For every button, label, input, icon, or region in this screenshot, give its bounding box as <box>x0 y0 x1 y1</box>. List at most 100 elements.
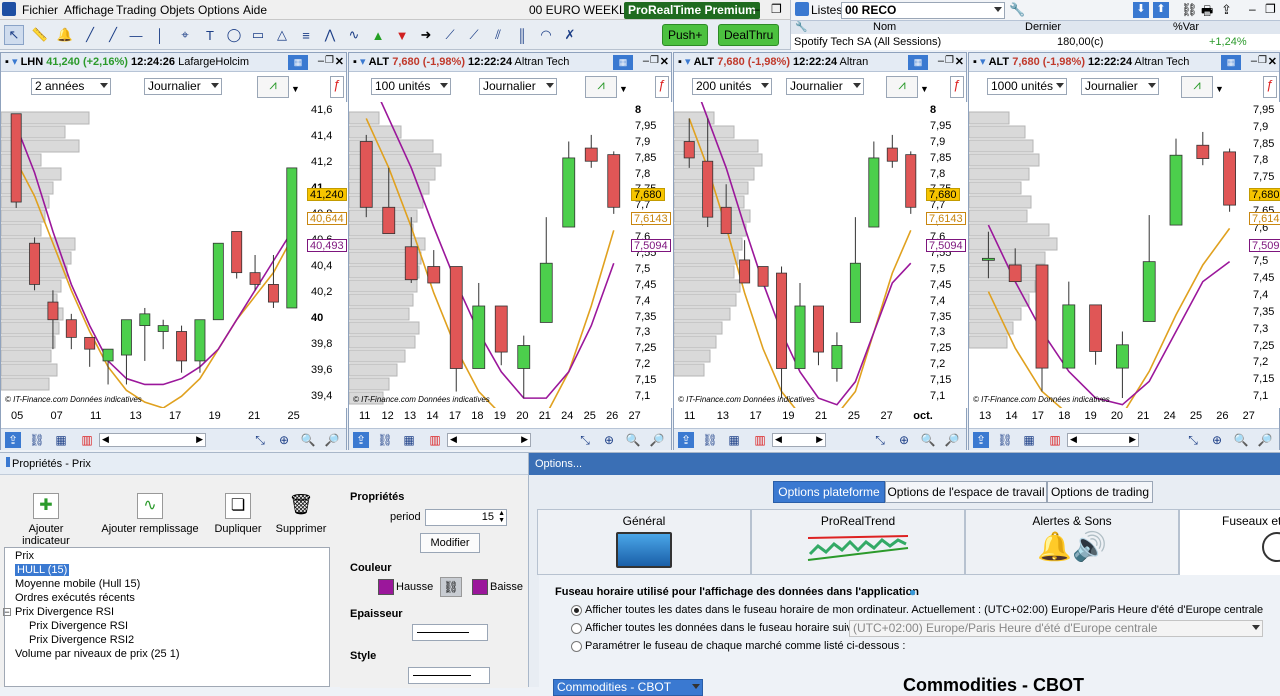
candle-body[interactable] <box>1196 144 1210 159</box>
restore-icon[interactable]: ❐ <box>771 2 782 16</box>
share-icon[interactable]: ⇪ <box>5 432 21 448</box>
scrollbar[interactable]: ◀ ▶ <box>99 433 206 447</box>
minimize-icon[interactable]: – <box>1249 2 1256 16</box>
candle-body[interactable] <box>868 157 880 228</box>
grid-icon[interactable]: ▦ <box>726 432 742 448</box>
candle-body[interactable] <box>249 272 261 285</box>
link-icon[interactable]: ⛓ <box>29 432 45 448</box>
dropdown-arrow-icon[interactable]: ▾ <box>12 56 18 68</box>
candle-body[interactable] <box>1223 151 1237 206</box>
market-select[interactable]: Commodities - CBOT <box>553 679 703 696</box>
candle-body[interactable] <box>905 154 917 208</box>
keyboard-icon[interactable]: ▦ <box>1221 55 1241 70</box>
candle-body[interactable] <box>157 325 169 332</box>
cursor-icon[interactable]: ⤡ <box>872 432 888 448</box>
menu-fichier[interactable]: Fichier <box>22 3 58 17</box>
function-icon[interactable]: ƒ <box>950 76 964 98</box>
push-plus-button[interactable]: Push+ <box>662 24 709 46</box>
cursor-icon[interactable]: ⤡ <box>252 432 268 448</box>
tab-general[interactable]: Général <box>537 509 751 575</box>
chart-symbol[interactable]: LHN <box>21 56 44 68</box>
minimize-icon[interactable]: – <box>753 2 760 16</box>
right-arrow-icon[interactable]: ➜ <box>416 25 436 45</box>
cursor-icon[interactable]: ⤡ <box>1185 432 1201 448</box>
function-icon[interactable]: ƒ <box>655 76 669 98</box>
cursor-icon[interactable]: ↖ <box>4 25 24 45</box>
close-icon[interactable]: ✕ <box>660 55 669 68</box>
eraser-icon[interactable]: ✗ <box>560 25 580 45</box>
link-icon[interactable]: ⛓ <box>377 432 393 448</box>
menu-aide[interactable]: Aide <box>243 3 267 17</box>
zoom-area-icon[interactable]: ⊕ <box>601 432 617 448</box>
ellipse-icon[interactable]: ◯ <box>224 25 244 45</box>
radio-per-market-tz[interactable] <box>571 641 582 652</box>
chevron-left-icon[interactable]: ◀ <box>102 434 109 445</box>
candle-body[interactable] <box>702 160 714 218</box>
candle-body[interactable] <box>102 348 114 362</box>
buy-arrow-icon[interactable]: ▲ <box>368 25 388 45</box>
chevron-left-icon[interactable]: ◀ <box>450 434 457 445</box>
wrench-icon[interactable]: 🔧 <box>795 22 807 33</box>
price-chart[interactable]: © IT-Finance.com Données indicatives <box>969 102 1249 408</box>
list-row[interactable]: Spotify Tech SA (All Sessions) 180,00(c)… <box>791 34 1280 50</box>
price-axis[interactable]: 7,957,97,857,87,757,77,657,67,557,57,457… <box>1249 102 1280 408</box>
ruler-icon[interactable]: 📏 <box>30 25 50 45</box>
keyboard-icon[interactable]: ▦ <box>908 55 928 70</box>
menu-affichage[interactable]: Affichage <box>64 3 114 17</box>
zoom-in-icon[interactable]: 🔎 <box>324 432 340 448</box>
tree-item-rsi-div[interactable]: Prix Divergence RSI <box>15 606 114 618</box>
list-select[interactable]: 00 RECO <box>841 2 1005 19</box>
indicator-icon[interactable]: ▥ <box>79 432 95 448</box>
col-name[interactable]: Nom <box>873 21 896 33</box>
segment-platform[interactable]: Options plateforme <box>773 481 885 503</box>
delete-button[interactable]: 🗑 Supprimer <box>272 493 330 535</box>
fan-icon[interactable]: ⫽ <box>488 25 508 45</box>
vertical-line-icon[interactable]: │ <box>150 25 170 45</box>
tree-item-volume[interactable]: Volume par niveaux de prix (25 1) <box>15 648 179 660</box>
candle-body[interactable] <box>720 206 732 235</box>
dropdown-arrow-icon[interactable]: ▾ <box>360 56 366 68</box>
chart-symbol[interactable]: ALT <box>694 56 715 68</box>
candle-body[interactable] <box>831 345 843 369</box>
gann-icon[interactable]: ⟋ <box>440 25 460 45</box>
close-icon[interactable]: ✕ <box>955 55 964 68</box>
restore-icon[interactable]: ❐ <box>325 55 334 66</box>
tree-item-price[interactable]: Prix <box>15 550 34 562</box>
export-icon[interactable]: ⇪ <box>1221 2 1232 18</box>
candle-body[interactable] <box>267 284 279 303</box>
zoom-in-icon[interactable]: 🔎 <box>649 432 665 448</box>
function-icon[interactable]: ƒ <box>330 76 344 98</box>
minimize-icon[interactable]: – <box>643 55 649 67</box>
crosshair-icon[interactable]: ⌖ <box>175 25 195 45</box>
grid-icon[interactable]: ▦ <box>401 432 417 448</box>
ray-icon[interactable]: ╱ <box>103 25 123 45</box>
candle-body[interactable] <box>494 305 508 353</box>
candle-body[interactable] <box>886 147 898 162</box>
candle-body[interactable] <box>120 319 132 356</box>
link-icon[interactable]: ⛓ <box>997 432 1013 448</box>
chevron-down-icon[interactable]: ▼ <box>1215 84 1224 94</box>
menu-objets[interactable]: Objets <box>160 3 195 17</box>
chevron-down-icon[interactable]: ▼ <box>619 84 628 94</box>
channel-icon[interactable]: ║ <box>512 25 532 45</box>
period-select[interactable]: 1000 unités <box>987 78 1067 95</box>
candle-body[interactable] <box>1142 261 1156 322</box>
candle-body[interactable] <box>757 266 769 287</box>
add-fill-button[interactable]: ∿ Ajouter remplissage <box>100 493 200 535</box>
chart-type-icon[interactable]: ⩘ <box>1181 76 1213 98</box>
minus-icon[interactable]: ▪ <box>5 56 9 68</box>
chart-symbol[interactable]: ALT <box>369 56 390 68</box>
keyboard-icon[interactable]: ▦ <box>613 55 633 70</box>
wave-icon[interactable]: ∿ <box>344 25 364 45</box>
zigzag-icon[interactable]: ⋀ <box>320 25 340 45</box>
candle-body[interactable] <box>65 319 77 338</box>
cursor-icon[interactable]: ⤡ <box>577 432 593 448</box>
close-icon[interactable]: ✕ <box>335 55 344 68</box>
zoom-out-icon[interactable]: 🔍 <box>1233 432 1249 448</box>
price-chart[interactable]: © IT-Finance.com Données indicatives <box>349 102 631 408</box>
modify-button[interactable]: Modifier <box>420 533 480 553</box>
timezone-select[interactable]: (UTC+02:00) Europe/Paris Heure d'été d'E… <box>849 620 1263 637</box>
minus-icon[interactable]: ▪ <box>353 56 357 68</box>
price-chart[interactable]: © IT-Finance.com Données indicatives <box>1 102 307 408</box>
grid-icon[interactable]: ▦ <box>53 432 69 448</box>
